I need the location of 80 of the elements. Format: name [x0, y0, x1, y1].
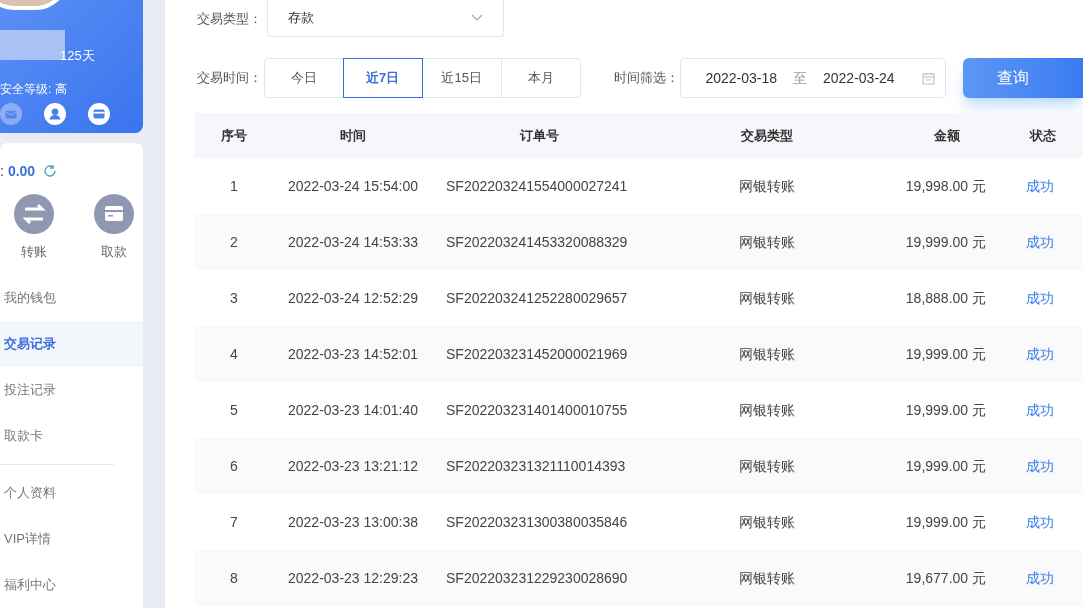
status-text: 成功 [1026, 288, 1054, 308]
table-cell-text: 2022-03-23 14:01:40 [288, 400, 418, 420]
table-cell-text: 2022-03-23 12:29:23 [288, 568, 418, 588]
calendar-icon [922, 71, 935, 85]
balance-value: 0.00 [7, 161, 36, 181]
range-tab[interactable]: 今日 [263, 58, 344, 98]
column-header: 交易类型 [741, 126, 793, 145]
status-text: 成功 [1026, 232, 1054, 252]
filter-label: 时间筛选： [613, 69, 680, 88]
balance-label: : [0, 161, 4, 181]
table-cell-text: 1 [230, 176, 238, 196]
filter-label: 交易时间： [197, 69, 263, 88]
table-cell-text: SF202203231321110014393 [446, 456, 626, 476]
table-cell-text: SF202203241453320088329 [446, 232, 628, 252]
menu-item[interactable]: 个人资料 [0, 470, 143, 516]
column-header: 状态 [1030, 126, 1056, 145]
date-range-field[interactable]: 2022-03-18 至 2022-03-24 [680, 58, 946, 98]
status-text: 成功 [1026, 568, 1054, 588]
column-header: 序号 [221, 126, 247, 145]
table-cell-text: 2022-03-23 13:21:12 [288, 456, 418, 476]
table-cell-text: 19,677.00 元 [905, 568, 986, 588]
table-cell-text: 2 [230, 232, 238, 252]
status-text: 成功 [1026, 400, 1054, 420]
range-tab[interactable]: 近15日 [421, 58, 502, 98]
menu-item[interactable]: 我的钱包 [0, 275, 143, 321]
table-cell-text: 18,888.00 元 [905, 288, 986, 308]
table-cell-text: 19,999.00 元 [905, 456, 986, 476]
table-cell-text: SF202203241252280029657 [446, 288, 628, 308]
card-icon[interactable] [88, 103, 110, 125]
table-cell-text: 网银转账 [739, 456, 795, 476]
table-cell-text: 8 [230, 568, 238, 588]
transaction-type-select[interactable]: 存款 [267, 0, 504, 37]
table-cell-text: 2022-03-23 13:00:38 [288, 512, 418, 532]
table-cell-text: 4 [230, 344, 238, 364]
column-header: 金额 [934, 126, 960, 145]
menu-item[interactable]: 投注记录 [0, 367, 143, 413]
status-text: 成功 [1026, 512, 1054, 532]
table-cell-text: 网银转账 [739, 344, 795, 364]
table-cell-text: 网银转账 [739, 400, 795, 420]
table-cell-text: 网银转账 [739, 512, 795, 532]
chevron-down-icon [471, 14, 483, 22]
menu-item[interactable]: VIP详情 [0, 516, 143, 562]
table-cell-text: 2022-03-23 14:52:01 [288, 344, 418, 364]
menu-item[interactable]: 交易记录 [0, 321, 143, 367]
table-cell-text: 19,999.00 元 [905, 232, 986, 252]
table-cell-text: 5 [230, 400, 238, 420]
refresh-icon[interactable] [43, 164, 58, 178]
table-cell-text: 网银转账 [739, 232, 795, 252]
menu-item[interactable]: 福利中心 [0, 562, 143, 608]
membership-days: 125天 [60, 46, 95, 66]
table-cell-text: SF202203241554000027241 [446, 176, 628, 196]
table-cell-text: 2022-03-24 15:54:00 [288, 176, 418, 196]
table-cell-text: 19,999.00 元 [905, 344, 986, 364]
range-tab[interactable]: 本月 [500, 58, 581, 98]
status-text: 成功 [1026, 344, 1054, 364]
table-cell-text: 19,999.00 元 [905, 512, 986, 532]
security-level: 安全等级: 高 [0, 81, 67, 98]
status-text: 成功 [1026, 456, 1054, 476]
range-tab[interactable]: 近7日 [342, 58, 423, 98]
filter-label: 交易类型： [197, 9, 263, 28]
table-cell-text: 网银转账 [739, 568, 795, 588]
column-header: 订单号 [520, 126, 559, 145]
table-cell-text: 网银转账 [739, 176, 795, 196]
table-cell-text: 19,999.00 元 [905, 400, 986, 420]
table-cell-text: SF202203231401400010755 [446, 400, 628, 420]
table-cell-text: 网银转账 [739, 288, 795, 308]
table-cell-text: 2022-03-24 12:52:29 [288, 288, 418, 308]
table-cell-text: 7 [230, 512, 238, 532]
table-cell-text: 3 [230, 288, 238, 308]
table-cell-text: SF202203231452000021969 [446, 344, 628, 364]
column-header: 时间 [340, 126, 366, 145]
table-cell-text: 6 [230, 456, 238, 476]
query-button[interactable]: 查询 [963, 58, 1083, 98]
status-text: 成功 [1026, 176, 1054, 196]
menu-item[interactable]: 取款卡 [0, 413, 143, 459]
table-cell-text: 19,998.00 元 [905, 176, 986, 196]
table-cell-text: 2022-03-24 14:53:33 [288, 232, 418, 252]
table-cell-text: SF202203231300380035846 [446, 512, 628, 532]
table-cell-text: SF202203231229230028690 [446, 568, 628, 588]
user-icon[interactable] [44, 103, 66, 125]
